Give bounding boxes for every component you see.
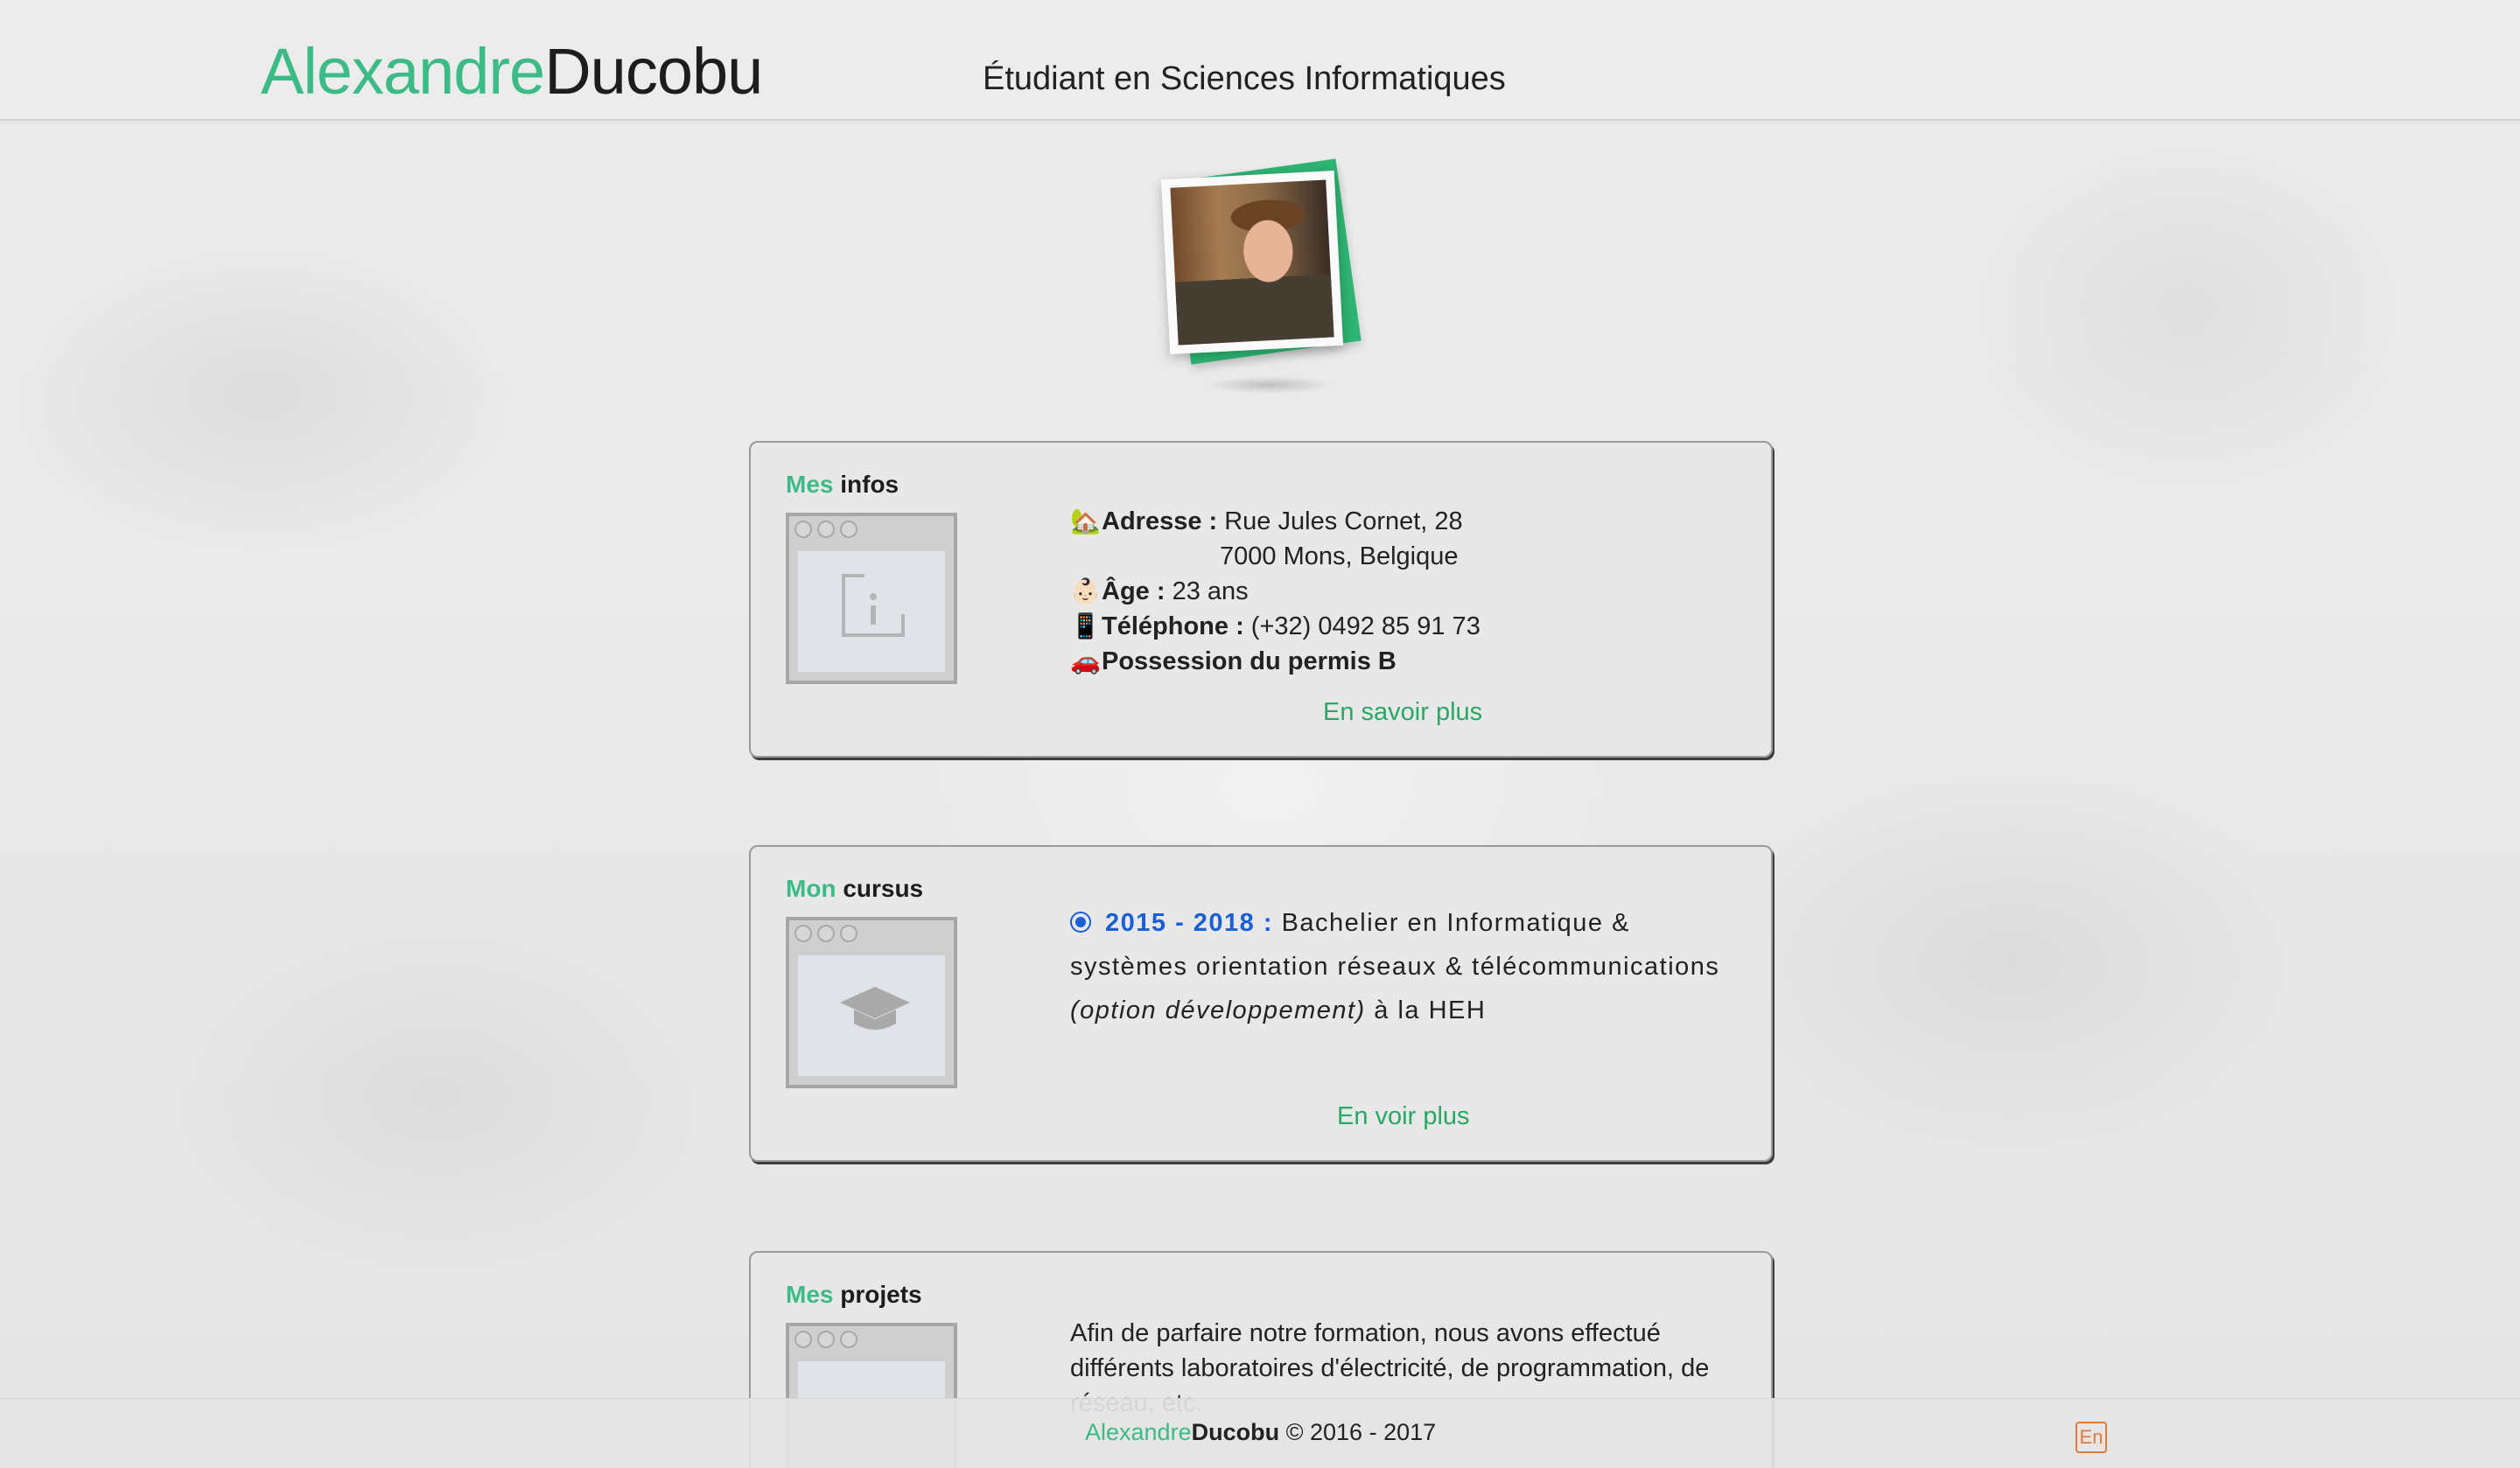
avatar	[1170, 179, 1334, 346]
address-value: Rue Jules Cornet, 28	[1224, 507, 1463, 535]
footer-copyright: AlexandreDucobu © 2016 - 2017	[1085, 1416, 1436, 1448]
logo-last-name: Ducobu	[544, 35, 763, 108]
card-title-main: infos	[840, 471, 900, 498]
license-line: 🚗Possession du permis B	[1070, 644, 1480, 679]
window-screen	[798, 955, 945, 1076]
address-line-2: 7000 Mons, Belgique	[1220, 542, 1459, 570]
window-dots	[794, 521, 858, 538]
language-toggle-button[interactable]: En	[2076, 1422, 2107, 1453]
house-icon: 🏡	[1070, 507, 1101, 535]
card-title-main: projets	[840, 1281, 922, 1308]
card-title: Mes infos	[786, 469, 899, 500]
photo-shadow	[1204, 376, 1335, 394]
card-title-prefix: Mes	[786, 1281, 834, 1308]
profile-photo	[1155, 158, 1365, 394]
cursus-card: Mon cursus 2015 - 2018 : Bachelier en In…	[749, 845, 1773, 1162]
timeline-bullet-icon	[1070, 912, 1091, 933]
window-dots	[794, 925, 858, 942]
card-title: Mon cursus	[786, 873, 923, 905]
site-logo[interactable]: AlexandreDucobu	[261, 30, 763, 114]
address-label: Adresse :	[1102, 507, 1218, 535]
cursus-entry: 2015 - 2018 : Bachelier en Informatique …	[1070, 901, 1735, 1032]
card-title: Mes projets	[786, 1279, 922, 1311]
cursus-years: 2015 - 2018 :	[1105, 909, 1274, 937]
window-dots	[794, 1331, 858, 1348]
graduation-cap-icon	[840, 987, 910, 1030]
footer-first-name: Alexandre	[1085, 1419, 1192, 1445]
card-title-prefix: Mon	[786, 875, 836, 902]
card-title-main: cursus	[843, 875, 924, 902]
cursus-school: à la HEH	[1374, 996, 1487, 1024]
card-title-prefix: Mes	[786, 471, 834, 498]
cursus-option: (option développement)	[1070, 996, 1366, 1024]
age-value: 23 ans	[1172, 577, 1249, 605]
address-line: 🏡Adresse : Rue Jules Cornet, 28	[1070, 504, 1480, 539]
phone-value: (+32) 0492 85 91 73	[1250, 612, 1480, 640]
site-subtitle: Étudiant en Sciences Informatiques	[983, 60, 1506, 97]
phone-label: Téléphone :	[1102, 612, 1244, 640]
site-header: AlexandreDucobu Étudiant en Sciences Inf…	[0, 0, 2520, 121]
site-footer: AlexandreDucobu © 2016 - 2017 En	[0, 1398, 2520, 1468]
cursus-window-icon	[786, 917, 957, 1088]
footer-last-name: Ducobu	[1191, 1419, 1280, 1445]
infos-details: 🏡Adresse : Rue Jules Cornet, 28 7000 Mon…	[1070, 504, 1480, 679]
infos-more-link[interactable]: En savoir plus	[1323, 696, 1482, 728]
phone-line: 📱Téléphone : (+32) 0492 85 91 73	[1070, 609, 1480, 644]
baby-face-icon: 👶🏻	[1070, 577, 1101, 605]
car-icon: 🚗	[1070, 647, 1101, 675]
license-text: Possession du permis B	[1102, 647, 1396, 675]
photo-frame	[1160, 170, 1344, 355]
window-screen	[798, 551, 945, 672]
logo-first-name: Alexandre	[261, 35, 545, 108]
age-line: 👶🏻Âge : 23 ans	[1070, 574, 1480, 609]
age-label: Âge :	[1102, 577, 1166, 605]
cursus-more-link[interactable]: En voir plus	[1337, 1101, 1470, 1132]
footer-years: © 2016 - 2017	[1285, 1419, 1437, 1445]
infos-card: Mes infos 🏡Adresse : Rue Jules Cornet, 2…	[749, 441, 1773, 758]
info-window-icon	[786, 513, 957, 684]
info-icon	[842, 574, 905, 637]
mobile-phone-icon: 📱	[1070, 612, 1101, 640]
